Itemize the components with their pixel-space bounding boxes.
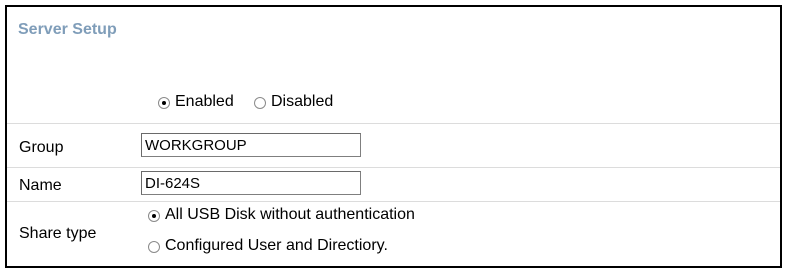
group-label: Group: [19, 139, 64, 156]
name-label: Name: [19, 177, 62, 194]
share-type-label: Share type: [19, 225, 97, 242]
server-setup-panel: Server Setup Enabled Disabled Group Name…: [5, 5, 782, 268]
share-configured-radio[interactable]: [148, 241, 160, 253]
row-divider: [7, 123, 780, 124]
disabled-radio[interactable]: [254, 97, 266, 109]
disabled-label: Disabled: [271, 93, 334, 110]
group-input[interactable]: [141, 133, 361, 157]
section-title: Server Setup: [18, 21, 117, 38]
share-configured-label: Configured User and Directiory.: [165, 237, 388, 254]
enabled-radio[interactable]: [158, 97, 170, 109]
share-all-usb-label: All USB Disk without authentication: [165, 206, 415, 223]
row-divider: [7, 167, 780, 168]
share-all-usb-radio[interactable]: [148, 210, 160, 222]
enabled-label: Enabled: [175, 93, 234, 110]
name-input[interactable]: [141, 171, 361, 195]
row-divider: [7, 201, 780, 202]
